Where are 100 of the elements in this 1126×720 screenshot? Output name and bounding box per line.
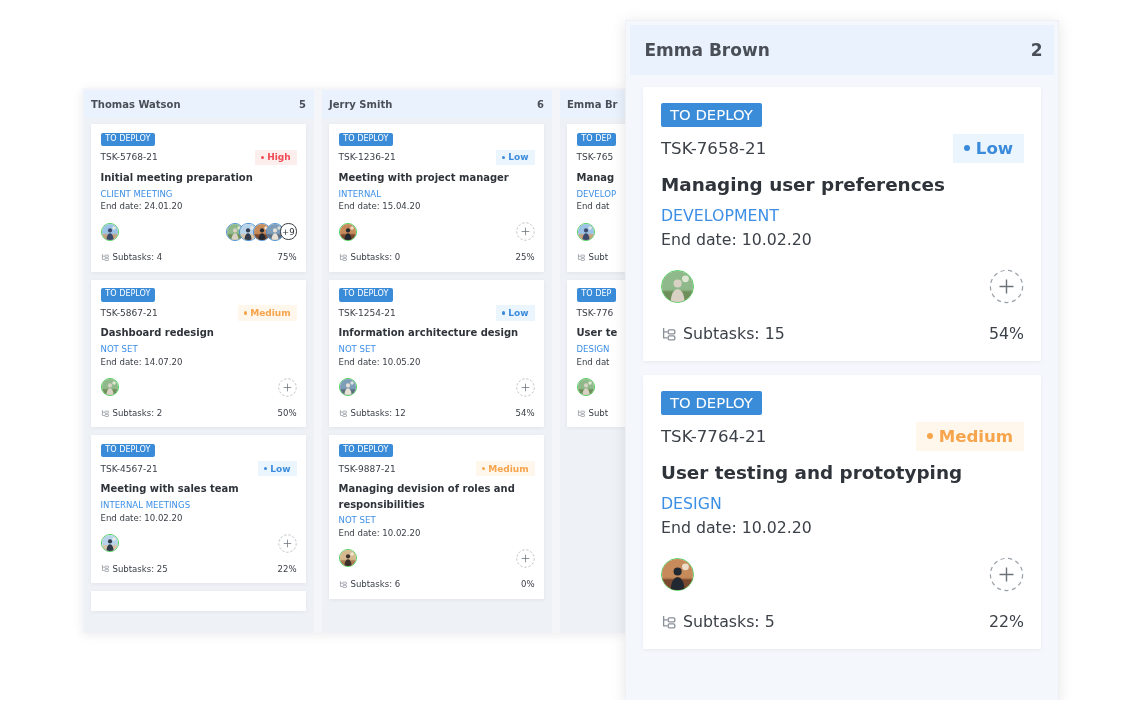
task-card[interactable]: TO DEP TSK-765 Manag DEVELOP End dat Subt	[567, 124, 626, 272]
status-badge: TO DEP	[576, 288, 617, 302]
task-count: 2	[1030, 40, 1043, 60]
subtasks-icon	[338, 579, 348, 589]
subtasks-icon	[100, 564, 110, 573]
subtasks-count: Subtasks: 2	[112, 407, 163, 418]
subtasks-count: Subtasks: 6	[350, 579, 401, 590]
task-card[interactable]: TO DEPLOY TSK-7658-21 Low Managing user preferences DEVELOPMENT End date: 10.02.20 Subtasks: 15 54%	[643, 87, 1042, 361]
column-title: Jerry Smith	[329, 98, 394, 110]
status-badge: TO DEPLOY	[660, 102, 762, 128]
task-id: TSK-1254-21	[338, 307, 396, 318]
add-assignee-icon[interactable]	[515, 222, 535, 242]
column-title: Emma Brown	[644, 40, 771, 60]
progress-percent: 50%	[277, 407, 297, 418]
add-assignee-icon[interactable]	[277, 533, 297, 553]
task-id: TSK-7764-21	[660, 426, 767, 446]
task-title: User testing and prototyping	[660, 461, 964, 486]
task-id: TSK-776	[576, 307, 614, 318]
task-title: Meeting with sales team	[100, 482, 240, 497]
add-assignee-icon[interactable]	[988, 268, 1024, 304]
progress-percent: 22%	[988, 612, 1024, 632]
end-date: End date: 15.04.20	[338, 201, 422, 212]
task-category[interactable]: CLIENT MEETING	[100, 188, 297, 199]
status-badge: TO DEPLOY	[338, 132, 394, 146]
add-assignee-icon[interactable]	[988, 556, 1024, 592]
status-badge: TO DEPLOY	[100, 132, 156, 146]
column-title: Emma Br	[567, 98, 618, 110]
subtasks-count: Subt	[588, 407, 609, 418]
end-date: End date: 10.02.20	[338, 528, 422, 539]
add-assignee-icon[interactable]	[515, 548, 535, 568]
task-category[interactable]: INTERNAL MEETINGS	[100, 500, 297, 511]
subtasks-icon	[100, 408, 110, 418]
task-card[interactable]: TO DEPLOY TSK-5768-21 High Initial meeting preparation CLIENT MEETING End date: 24.01.20 +9 Subtasks: 4 75%	[91, 124, 306, 272]
status-badge: TO DEPLOY	[338, 288, 394, 302]
more-count[interactable]: +9	[280, 223, 297, 240]
subtasks-icon	[338, 408, 348, 418]
subtasks-count: Subtasks: 15	[683, 324, 785, 344]
status-badge: TO DEPLOY	[100, 444, 156, 458]
subtasks-icon	[576, 408, 586, 418]
status-badge: TO DEP	[576, 132, 617, 146]
priority-badge: High	[254, 149, 297, 165]
priority-badge: Medium	[915, 421, 1024, 451]
task-card[interactable]: TO DEPLOY TSK-1254-21 Low Information architecture design NOT SET End date: 10.05.20 Subtasks: 12 54%	[329, 279, 544, 428]
add-assignee-icon[interactable]	[515, 377, 535, 397]
task-id: TSK-5768-21	[100, 152, 158, 163]
task-title: User te	[576, 326, 619, 341]
task-category[interactable]: DEVELOP	[576, 188, 623, 199]
task-id: TSK-9887-21	[338, 463, 396, 474]
end-date: End date: 14.07.20	[100, 356, 184, 367]
end-date: End date: 10.02.20	[100, 512, 184, 523]
task-title: Meeting with project manager	[338, 170, 510, 185]
subtasks-icon	[660, 326, 677, 342]
task-title: Information architecture design	[338, 326, 520, 341]
end-date: End date: 10.05.20	[338, 356, 422, 367]
priority-badge: Low	[952, 133, 1024, 163]
status-badge: TO DEPLOY	[338, 444, 394, 458]
end-date: End date: 10.02.20	[660, 229, 813, 249]
task-id: TSK-1236-21	[338, 152, 396, 163]
status-badge: TO DEPLOY	[100, 288, 156, 302]
subtasks-icon	[100, 252, 110, 262]
task-card[interactable]: TO DEPLOY TSK-1236-21 Low Meeting with project manager INTERNAL End date: 15.04.20 Subtasks: 0 25%	[329, 124, 544, 272]
task-card[interactable]: TO DEPLOY TSK-7764-21 Medium User testing and prototyping DESIGN End date: 10.02.20 Subtasks: 5 22%	[643, 375, 1042, 649]
task-title: Initial meeting preparation	[100, 170, 254, 185]
priority-badge: Low	[495, 149, 535, 165]
add-assignee-icon[interactable]	[277, 377, 297, 397]
task-id: TSK-5867-21	[100, 307, 158, 318]
progress-percent: 54%	[515, 407, 535, 418]
priority-badge: Medium	[475, 460, 535, 477]
task-title: Managing devision of roles and responsibilities	[338, 482, 516, 512]
priority-badge: Low	[495, 305, 535, 321]
task-category[interactable]: DESIGN	[576, 344, 623, 355]
task-title: Dashboard redesign	[100, 326, 215, 341]
subtasks-count: Subtasks: 0	[350, 252, 401, 263]
progress-percent: 75%	[277, 252, 297, 263]
subtasks-count: Subtasks: 12	[350, 407, 406, 418]
task-category[interactable]: NOT SET	[338, 515, 535, 526]
subtasks-count: Subtasks: 4	[112, 252, 163, 263]
task-card[interactable]: TO DEPLOY TSK-9887-21 Medium Managing devision of roles and responsibilities NOT SET End date: 10.02.20 Subtasks: 6 0%	[329, 435, 544, 599]
task-card[interactable]: TO DEP TSK-776 User te DESIGN End dat Subt	[567, 279, 626, 428]
task-id: TSK-765	[576, 152, 614, 163]
task-count: 5	[299, 98, 306, 110]
task-id: TSK-4567-21	[100, 463, 158, 474]
task-title: Managing user preferences	[660, 173, 946, 198]
subtasks-count: Subt	[588, 252, 609, 263]
task-category[interactable]: NOT SET	[338, 344, 535, 355]
progress-percent: 25%	[515, 252, 535, 263]
task-category[interactable]: INTERNAL	[338, 188, 535, 199]
status-badge: TO DEPLOY	[660, 390, 762, 416]
progress-percent: 54%	[988, 324, 1024, 344]
subtasks-icon	[338, 252, 348, 262]
task-category[interactable]: NOT SET	[100, 344, 297, 355]
end-date: End dat	[576, 201, 611, 212]
priority-badge: Low	[257, 460, 297, 477]
task-card[interactable]: TO DEPLOY TSK-4567-21 Low Meeting with sales team INTERNAL MEETINGS End date: 10.02.20 Subtasks: 25 22%	[91, 435, 306, 584]
subtasks-count: Subtasks: 25	[112, 563, 168, 574]
task-count: 6	[537, 98, 544, 110]
column-title: Thomas Watson	[91, 98, 182, 110]
task-card[interactable]: TO DEPLOY TSK-5867-21 Medium Dashboard redesign NOT SET End date: 14.07.20 Subtasks: 2 50%	[91, 279, 306, 428]
end-date: End dat	[576, 356, 611, 367]
progress-percent: 22%	[277, 563, 297, 574]
